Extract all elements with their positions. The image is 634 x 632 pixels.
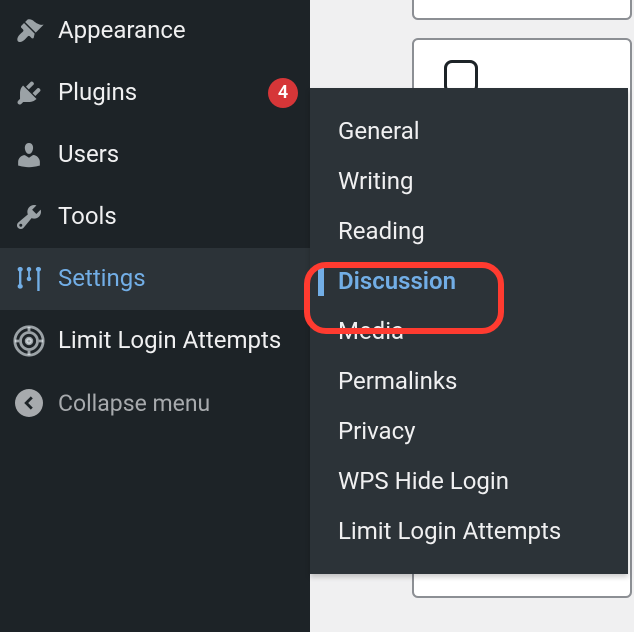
sidebar-item-appearance[interactable]: Appearance [0, 0, 310, 62]
content-panel [412, 0, 632, 20]
wrench-icon [12, 200, 46, 234]
admin-sidebar: Appearance Plugins 4 Users Tools Setting… [0, 0, 310, 632]
submenu-item-permalinks[interactable]: Permalinks [310, 356, 628, 406]
submenu-item-media[interactable]: Media [310, 306, 628, 356]
sidebar-item-plugins[interactable]: Plugins 4 [0, 62, 310, 124]
sidebar-item-limit-login[interactable]: Limit Login Attempts [0, 310, 310, 372]
sidebar-item-settings[interactable]: Settings [0, 248, 310, 310]
sidebar-item-users[interactable]: Users [0, 124, 310, 186]
sidebar-item-tools[interactable]: Tools [0, 186, 310, 248]
target-icon [12, 324, 46, 358]
submenu-item-general[interactable]: General [310, 106, 628, 156]
submenu-item-writing[interactable]: Writing [310, 156, 628, 206]
sidebar-label: Users [58, 139, 298, 170]
collapse-menu[interactable]: Collapse menu [0, 372, 310, 434]
submenu-item-discussion[interactable]: Discussion [310, 256, 628, 306]
user-icon [12, 138, 46, 172]
sidebar-label: Appearance [58, 15, 298, 46]
sliders-icon [12, 262, 46, 296]
sidebar-label: Limit Login Attempts [58, 325, 298, 356]
settings-submenu: General Writing Reading Discussion Media… [310, 88, 628, 574]
collapse-label: Collapse menu [58, 390, 210, 417]
update-badge: 4 [268, 78, 298, 108]
sidebar-label: Tools [58, 201, 298, 232]
submenu-item-limit-login[interactable]: Limit Login Attempts [310, 506, 628, 556]
sidebar-label: Plugins [58, 77, 250, 108]
submenu-item-privacy[interactable]: Privacy [310, 406, 628, 456]
submenu-item-reading[interactable]: Reading [310, 206, 628, 256]
sidebar-label: Settings [58, 263, 298, 294]
plug-icon [12, 76, 46, 110]
collapse-icon [12, 386, 46, 420]
submenu-item-wps-hide-login[interactable]: WPS Hide Login [310, 456, 628, 506]
brush-icon [12, 14, 46, 48]
